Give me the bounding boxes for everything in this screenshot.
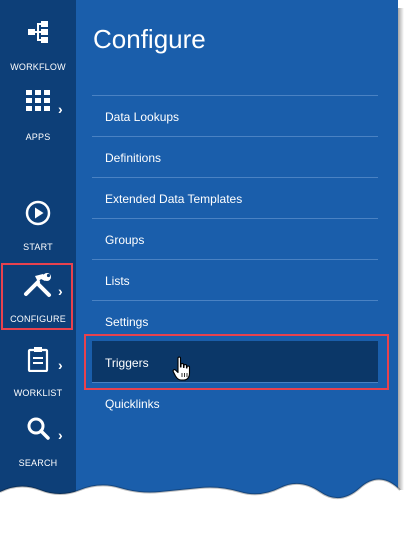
nav-start-label: START bbox=[23, 242, 53, 252]
panel-shadow bbox=[398, 8, 404, 508]
page-title: Configure bbox=[93, 24, 206, 54]
menu-item-lists[interactable]: Lists bbox=[92, 259, 378, 300]
menu-item-label: Settings bbox=[105, 315, 149, 329]
chevron-right-icon: › bbox=[58, 101, 63, 117]
menu-item-groups[interactable]: Groups bbox=[92, 218, 378, 259]
nav-worklist[interactable]: › WORKLIST bbox=[0, 340, 76, 410]
nav-workflow[interactable]: WORKFLOW bbox=[0, 14, 76, 84]
nav-worklist-label: WORKLIST bbox=[13, 388, 63, 398]
nav-start[interactable]: START bbox=[0, 194, 76, 264]
menu-item-label: Data Lookups bbox=[105, 110, 180, 124]
menu-item-label: Definitions bbox=[105, 151, 162, 165]
menu-item-label: Quicklinks bbox=[105, 397, 160, 411]
menu-item-label: Lists bbox=[105, 274, 130, 288]
chevron-right-icon: › bbox=[58, 427, 63, 443]
play-circle-icon bbox=[0, 200, 76, 232]
menu-item-label: Groups bbox=[105, 233, 145, 247]
menu-item-data-lookups[interactable]: Data Lookups bbox=[92, 95, 378, 136]
nav-apps-label: APPS bbox=[25, 132, 51, 142]
nav-search-label: SEARCH bbox=[18, 458, 58, 468]
clipboard-icon bbox=[0, 346, 76, 378]
menu-item-extended-data-templates[interactable]: Extended Data Templates bbox=[92, 177, 378, 218]
apps-grid-icon bbox=[0, 90, 76, 122]
search-icon bbox=[0, 416, 76, 448]
torn-edge-divider bbox=[0, 478, 406, 538]
menu-item-label: Extended Data Templates bbox=[105, 192, 243, 206]
nav-search[interactable]: › SEARCH bbox=[0, 410, 76, 480]
hand-pointer-cursor-icon bbox=[172, 356, 192, 387]
nav-apps[interactable]: › APPS bbox=[0, 84, 76, 154]
triggers-highlight-box bbox=[84, 334, 389, 390]
workflow-icon bbox=[0, 20, 76, 52]
nav-workflow-label: WORKFLOW bbox=[10, 62, 66, 72]
chevron-right-icon: › bbox=[58, 357, 63, 373]
configure-highlight-box bbox=[1, 263, 73, 330]
menu-item-definitions[interactable]: Definitions bbox=[92, 136, 378, 177]
